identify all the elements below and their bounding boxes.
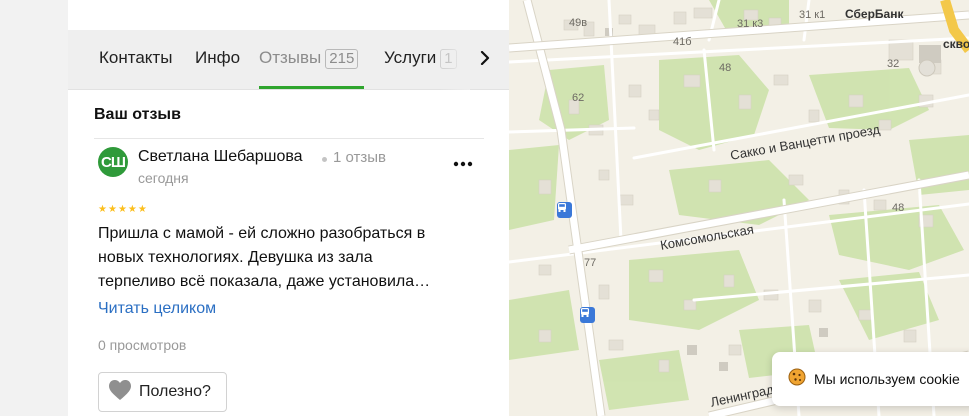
star-icon: ★ [117, 204, 127, 215]
active-tab-indicator [259, 86, 364, 89]
review-menu-button[interactable] [450, 150, 476, 176]
review-author-name[interactable]: Светлана Шебаршова [138, 148, 303, 166]
review-text-line: Пришла с мамой - ей сложно разобраться в [98, 225, 426, 242]
tab-reviews-label: Отзывы [259, 48, 322, 67]
chevron-right-icon [480, 50, 490, 70]
tabs-scroll-next-button[interactable] [470, 30, 500, 90]
avatar[interactable]: СШ [98, 147, 128, 177]
tab-contacts[interactable]: Контакты [99, 48, 172, 68]
star-icon: ★ [127, 204, 137, 215]
tab-services-label: Услуги [384, 48, 437, 67]
divider [94, 138, 484, 139]
author-review-count: 1 отзыв [333, 149, 387, 166]
tab-info-label: Инфо [195, 48, 241, 67]
panel-top-area [68, 0, 509, 30]
star-icon: ★ [137, 204, 147, 215]
house-number-label: 48 [719, 62, 732, 74]
heart-icon [108, 379, 132, 406]
cookie-banner[interactable]: Мы используем cookie [772, 352, 969, 406]
review-text: Пришла с мамой - ей сложно разобраться в… [98, 222, 478, 294]
tabs-fade [440, 30, 470, 90]
cookie-icon [788, 368, 806, 391]
house-number-label: 31 к3 [737, 18, 764, 30]
review-text-line: терпеливо всё показала, даже установила… [98, 273, 431, 290]
house-number-label: 41б [673, 36, 692, 48]
review-text-line: новых технологиях. Девушка из зала [98, 249, 373, 266]
tab-reviews-count-badge: 215 [325, 49, 359, 69]
place-card-panel: Контакты Инфо Отзывы215 Услуги1 Ваш отзы… [0, 0, 509, 416]
bus-stop-marker[interactable] [557, 202, 572, 218]
house-number-label: 62 [572, 92, 585, 104]
separator-dot [322, 157, 327, 162]
poi-sberbank-label[interactable]: СберБанк [845, 7, 903, 21]
house-number-label: 48 [892, 202, 905, 214]
helpful-button[interactable]: Полезно? [98, 372, 227, 412]
tab-contacts-label: Контакты [99, 48, 173, 67]
my-review-title: Ваш отзыв [94, 106, 181, 123]
more-dots-icon [453, 154, 473, 172]
star-icon: ★ [107, 204, 117, 215]
helpful-label: Полезно? [139, 383, 211, 400]
poi-label[interactable]: скво [943, 37, 969, 51]
rating-stars: ★ ★ ★ ★ ★ [98, 205, 147, 215]
reviews-content: Ваш отзыв СШ Светлана Шебаршова 1 отзыв … [68, 90, 509, 416]
star-icon: ★ [98, 204, 107, 215]
review-date: сегодня [138, 170, 189, 186]
bus-stop-marker[interactable] [580, 307, 595, 323]
read-full-review-link[interactable]: Читать целиком [98, 300, 216, 318]
house-number-label: 77 [584, 257, 597, 269]
tab-info[interactable]: Инфо [195, 48, 240, 68]
house-number-label: 49в [569, 17, 588, 29]
house-number-label: 32 [887, 58, 900, 70]
tab-reviews[interactable]: Отзывы 215 [259, 48, 359, 69]
review-views: 0 просмотров [98, 337, 187, 353]
cookie-banner-text: Мы используем cookie [814, 371, 960, 387]
house-number-label: 31 к1 [799, 9, 826, 21]
